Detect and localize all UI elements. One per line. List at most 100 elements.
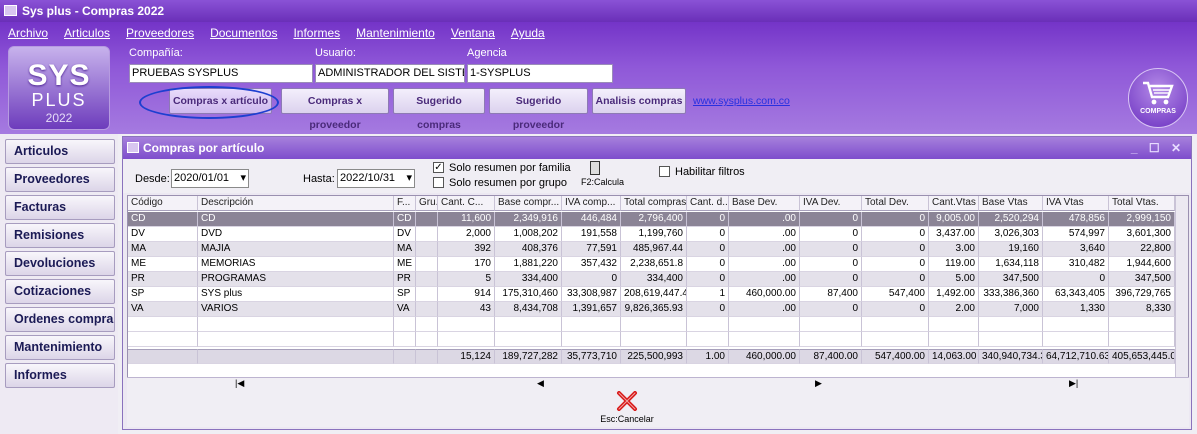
table-cell: 2,238,651.8 — [621, 257, 687, 272]
habilitar-filtros-checkbox[interactable] — [659, 166, 670, 177]
desde-label: Desde: — [135, 173, 170, 185]
sidebar-item-facturas[interactable]: Facturas — [5, 195, 115, 220]
column-header[interactable]: Base compr... — [495, 196, 562, 211]
table-cell: 0 — [800, 302, 862, 317]
column-header[interactable]: IVA Dev. — [800, 196, 862, 211]
table-cell — [416, 242, 438, 257]
column-header[interactable]: Base Vtas — [979, 196, 1043, 211]
table-row[interactable]: MA MAJIA MA 392 408,376 77,591 485,967.44 0.00 0… — [128, 242, 1176, 257]
compania-field[interactable]: PRUEBAS SYSPLUS — [129, 64, 313, 83]
table-cell: 2,520,294 — [979, 212, 1043, 227]
table-cell — [729, 332, 800, 347]
table-row[interactable]: DV DVD DV 2,000 1,008,202 191,558 1,199,760 0.0… — [128, 227, 1176, 242]
column-header[interactable]: Descripción — [198, 196, 394, 211]
table-cell: 460,000.00 — [729, 287, 800, 302]
last-record-icon[interactable]: ▶| — [1069, 378, 1078, 389]
table-cell — [687, 332, 729, 347]
empty-row[interactable] — [128, 317, 1176, 332]
table-cell: SP — [128, 287, 198, 302]
table-cell: 15,124 — [438, 349, 495, 364]
table-cell — [621, 332, 687, 347]
sidebar-item-devoluciones[interactable]: Devoluciones — [5, 251, 115, 276]
sidebar-item-articulos[interactable]: Articulos — [5, 139, 115, 164]
column-header[interactable]: Total Dev. — [862, 196, 929, 211]
column-header[interactable]: Total compras — [621, 196, 687, 211]
chevron-down-icon[interactable]: ▾ — [406, 170, 412, 187]
sidebar-item-proveedores[interactable]: Proveedores — [5, 167, 115, 192]
menu-articulos[interactable]: Articulos — [56, 22, 118, 44]
table-cell: 1,008,202 — [495, 227, 562, 242]
menu-proveedores[interactable]: Proveedores — [118, 22, 202, 44]
menu-informes[interactable]: Informes — [285, 22, 348, 44]
column-header[interactable]: Cant. C... — [438, 196, 495, 211]
table-row[interactable]: ME MEMORIAS ME 170 1,881,220 357,432 2,238,651… — [128, 257, 1176, 272]
compras-x-proveedor-button[interactable]: Compras x proveedor — [281, 88, 389, 131]
menu-ayuda[interactable]: Ayuda — [503, 22, 553, 44]
compras-por-articulo-window: Compras por artículo _ ☐ ✕ Desde: 2020/0… — [122, 136, 1192, 430]
empty-row[interactable] — [128, 332, 1176, 347]
sugerido-proveedor-button[interactable]: Sugerido proveedor — [489, 88, 588, 131]
table-cell: 0 — [687, 257, 729, 272]
table-cell: 0 — [687, 227, 729, 242]
table-row[interactable]: SP SYS plus SP 914 175,310,460 33,308,987 208,… — [128, 287, 1176, 302]
table-cell: 1,634,118 — [979, 257, 1043, 272]
column-header[interactable]: IVA Vtas — [1043, 196, 1109, 211]
familia-checkbox[interactable]: ✓ — [433, 162, 444, 173]
totals-row[interactable]: 15,124 189,727,282 35,773,710 225,500,993 1.… — [128, 349, 1176, 364]
cancel-label: Esc:Cancelar — [600, 414, 654, 424]
desde-date-picker[interactable]: 2020/01/01 ▾ — [171, 169, 249, 188]
column-header[interactable]: Cant. d... — [687, 196, 729, 211]
sidebar-item-informes[interactable]: Informes — [5, 363, 115, 388]
table-row[interactable]: CD CD CD 11,600 2,349,916 446,484 2,796,400 0.0… — [128, 212, 1176, 227]
table-cell: 0 — [800, 227, 862, 242]
column-header[interactable]: Gru... — [416, 196, 438, 211]
column-header[interactable]: F... — [394, 196, 416, 211]
table-cell: 3,640 — [1043, 242, 1109, 257]
menu-ventana[interactable]: Ventana — [443, 22, 503, 44]
column-header[interactable]: Código — [128, 196, 198, 211]
menu-archivo[interactable]: Archivo — [0, 22, 56, 44]
sidebar-item-remisiones[interactable]: Remisiones — [5, 223, 115, 248]
cancel-button[interactable]: Esc:Cancelar — [597, 391, 657, 424]
table-cell — [1109, 332, 1175, 347]
table-cell: 225,500,993 — [621, 349, 687, 364]
table-cell: PR — [128, 272, 198, 287]
record-navigator: |◀ ◀ ▶ ▶| — [127, 378, 1175, 390]
menu-mantenimiento[interactable]: Mantenimiento — [348, 22, 443, 44]
table-row[interactable]: PR PROGRAMAS PR 5 334,400 0 334,400 0.00 0 0 5.00 3… — [128, 272, 1176, 287]
table-cell: 5 — [438, 272, 495, 287]
table-row[interactable]: VA VARIOS VA 43 8,434,708 1,391,657 9,826,365.… — [128, 302, 1176, 317]
column-header[interactable]: Total Vtas. — [1109, 196, 1175, 211]
usuario-field[interactable]: ADMINISTRADOR DEL SISTEM — [315, 64, 465, 83]
app-title: Sys plus - Compras 2022 — [22, 4, 165, 18]
website-link[interactable]: www.sysplus.com.co — [693, 95, 790, 107]
table-cell: 914 — [438, 287, 495, 302]
sugerido-compras-button[interactable]: Sugerido compras — [393, 88, 485, 131]
table-cell — [416, 212, 438, 227]
prev-record-icon[interactable]: ◀ — [537, 378, 544, 389]
footer-panel: |◀ ◀ ▶ ▶| Esc:Cancelar — [127, 377, 1189, 427]
analisis-compras-button[interactable]: Analisis compras — [592, 88, 686, 114]
sidebar-item-mantenimiento[interactable]: Mantenimiento — [5, 335, 115, 360]
calculator-icon[interactable] — [590, 161, 600, 175]
window-controls[interactable]: _ ☐ ✕ — [1131, 137, 1185, 159]
chevron-down-icon[interactable]: ▾ — [240, 170, 246, 187]
agencia-field[interactable]: 1-SYSPLUS — [467, 64, 613, 83]
table-cell — [862, 317, 929, 332]
next-record-icon[interactable]: ▶ — [815, 378, 822, 389]
table-cell: 485,967.44 — [621, 242, 687, 257]
column-header[interactable]: Cant.Vtas — [929, 196, 979, 211]
grupo-checkbox[interactable] — [433, 177, 444, 188]
table-cell: 396,729,765 — [1109, 287, 1175, 302]
menu-documentos[interactable]: Documentos — [202, 22, 285, 44]
table-cell: 0 — [862, 242, 929, 257]
hasta-date-picker[interactable]: 2022/10/31 ▾ — [337, 169, 415, 188]
first-record-icon[interactable]: |◀ — [235, 378, 244, 389]
column-header[interactable]: Base Dev. — [729, 196, 800, 211]
sidebar-item-ordenes-compra[interactable]: Ordenes compra — [5, 307, 115, 332]
table-cell: 0 — [862, 227, 929, 242]
sidebar-item-cotizaciones[interactable]: Cotizaciones — [5, 279, 115, 304]
table-cell: 0 — [1043, 272, 1109, 287]
column-header[interactable]: IVA comp... — [562, 196, 621, 211]
table-cell: 0 — [800, 272, 862, 287]
